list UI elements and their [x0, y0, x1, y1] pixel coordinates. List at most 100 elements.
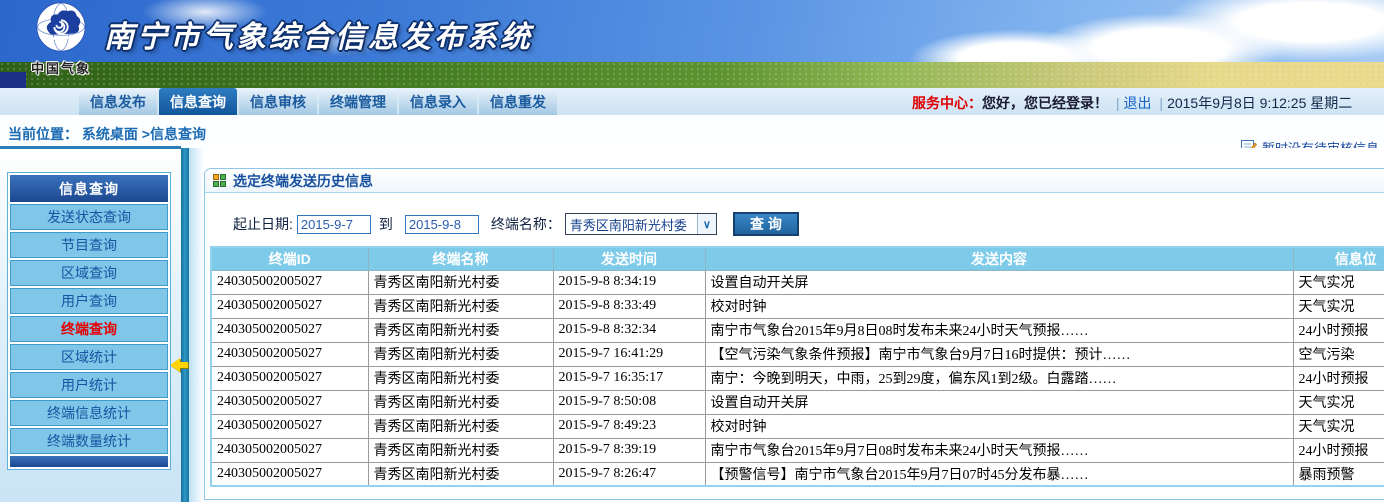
system-title: 南宁市气象综合信息发布系统	[104, 12, 533, 56]
tab-info-entry[interactable]: 信息录入	[399, 88, 477, 115]
sidebar-menu: 信息查询 发送状态查询 节目查询 区域查询 用户查询 终端查询 区域统计 用户统…	[7, 172, 171, 470]
cell-send-content: 设置自动开关屏	[705, 270, 1293, 294]
logout-link[interactable]: 退出	[1124, 95, 1152, 111]
arrow-triangle	[170, 358, 180, 372]
sidebar-item-user-stats[interactable]: 用户统计	[10, 372, 168, 398]
cell-send-content: 南宁市气象台2015年9月8日08时发布未来24小时天气预报……	[705, 318, 1293, 342]
table-row[interactable]: 240305002005027 青秀区南阳新光村委 2015-9-7 8:49:…	[211, 414, 1384, 438]
sidebar-splitter[interactable]	[181, 148, 189, 502]
cell-info-position: 天气实况	[1293, 414, 1384, 438]
login-greeting: 您好，您已经登录！	[982, 95, 1108, 111]
cma-cloud-spiral-icon	[36, 39, 86, 56]
sidebar-item-terminal-query[interactable]: 终端查询	[10, 316, 168, 342]
table-row[interactable]: 240305002005027 青秀区南阳新光村委 2015-9-8 8:32:…	[211, 318, 1384, 342]
cell-send-content: 校对时钟	[705, 414, 1293, 438]
page: { "banner": { "title": "南宁市气象综合信息发布系统", …	[0, 0, 1384, 502]
cell-send-content: 南宁：今晚到明天，中雨，25到29度，偏东风1到2级。白露踏……	[705, 366, 1293, 390]
banner: 中国气象 南宁市气象综合信息发布系统	[0, 0, 1384, 88]
table-row[interactable]: 240305002005027 青秀区南阳新光村委 2015-9-8 8:33:…	[211, 294, 1384, 318]
sidebar-header: 信息查询	[10, 175, 168, 202]
cell-send-time: 2015-9-8 8:33:49	[553, 294, 705, 318]
cell-send-time: 2015-9-8 8:32:34	[553, 318, 705, 342]
query-form: 起止日期: 到 终端名称： 青秀区南阳新光村委 ∨ 查 询	[233, 212, 1384, 236]
banner-corner-block	[0, 72, 26, 88]
terminal-name-label: 终端名称：	[491, 214, 561, 234]
search-button[interactable]: 查 询	[733, 212, 799, 236]
user-bar: 服务中心：您好，您已经登录！ |退出 |2015年9月8日 9:12:25 星期…	[912, 93, 1352, 113]
tab-terminal-manage[interactable]: 终端管理	[319, 88, 397, 115]
breadcrumb-label: 当前位置：	[8, 126, 78, 142]
cell-terminal-id: 240305002005027	[211, 438, 368, 462]
chevron-down-icon[interactable]: ∨	[697, 214, 716, 234]
sidebar-item-region-query[interactable]: 区域查询	[10, 260, 168, 286]
cell-send-time: 2015-9-7 16:35:17	[553, 366, 705, 390]
cell-info-position: 空气污染	[1293, 342, 1384, 366]
sidebar-item-terminal-count-stats[interactable]: 终端数量统计	[10, 428, 168, 454]
table-row[interactable]: 240305002005027 青秀区南阳新光村委 2015-9-7 8:50:…	[211, 390, 1384, 414]
sidebar-item-program-query[interactable]: 节目查询	[10, 232, 168, 258]
cell-terminal-name: 青秀区南阳新光村委	[368, 366, 553, 390]
separator: |	[1116, 95, 1120, 111]
table-body: 240305002005027 青秀区南阳新光村委 2015-9-8 8:34:…	[211, 270, 1384, 486]
service-center-label: 服务中心：	[912, 95, 982, 111]
table-row[interactable]: 240305002005027 青秀区南阳新光村委 2015-9-8 8:34:…	[211, 270, 1384, 294]
terminal-select[interactable]: 青秀区南阳新光村委 ∨	[565, 213, 717, 235]
cell-send-content: 【预警信号】南宁市气象台2015年9月7日07时45分发布暴……	[705, 462, 1293, 486]
cell-info-position: 天气实况	[1293, 390, 1384, 414]
table-row[interactable]: 240305002005027 青秀区南阳新光村委 2015-9-7 8:39:…	[211, 438, 1384, 462]
breadcrumb-strip: 当前位置： 系统桌面 >信息查询	[0, 115, 1384, 148]
sidebar-item-send-status-query[interactable]: 发送状态查询	[10, 204, 168, 230]
tab-info-resend[interactable]: 信息重发	[479, 88, 557, 115]
cell-terminal-name: 青秀区南阳新光村委	[368, 414, 553, 438]
date-range-label: 起止日期:	[233, 214, 293, 234]
cell-send-time: 2015-9-7 8:26:47	[553, 462, 705, 486]
history-table: 终端ID 终端名称 发送时间 发送内容 信息位 240305002005027 …	[210, 246, 1384, 487]
cell-terminal-id: 240305002005027	[211, 342, 368, 366]
table-row[interactable]: 240305002005027 青秀区南阳新光村委 2015-9-7 16:35…	[211, 366, 1384, 390]
to-label: 到	[379, 214, 393, 234]
cell-send-time: 2015-9-7 8:50:08	[553, 390, 705, 414]
main-tabs: 信息发布 信息查询 信息审核 终端管理 信息录入 信息重发	[79, 88, 557, 115]
cell-terminal-id: 240305002005027	[211, 318, 368, 342]
cell-terminal-name: 青秀区南阳新光村委	[368, 270, 553, 294]
cell-send-content: 校对时钟	[705, 294, 1293, 318]
table-header-row: 终端ID 终端名称 发送时间 发送内容 信息位	[211, 247, 1384, 270]
sidebar-collapse-arrow-icon[interactable]	[170, 358, 190, 372]
cell-terminal-name: 青秀区南阳新光村委	[368, 318, 553, 342]
table-row[interactable]: 240305002005027 青秀区南阳新光村委 2015-9-7 8:26:…	[211, 462, 1384, 486]
col-terminal-id: 终端ID	[211, 247, 368, 270]
date-to-input[interactable]	[405, 215, 479, 234]
cell-send-content: 南宁市气象台2015年9月7日08时发布未来24小时天气预报……	[705, 438, 1293, 462]
cell-info-position: 天气实况	[1293, 294, 1384, 318]
separator: |	[1159, 95, 1163, 111]
cell-terminal-id: 240305002005027	[211, 414, 368, 438]
sidebar-item-user-query[interactable]: 用户查询	[10, 288, 168, 314]
logo-label: 中国气象	[26, 58, 96, 77]
col-send-time: 发送时间	[553, 247, 705, 270]
sidebar-footer-bar	[10, 456, 168, 467]
cell-terminal-id: 240305002005027	[211, 366, 368, 390]
breadcrumb: 当前位置： 系统桌面 >信息查询	[8, 124, 206, 144]
sidebar-item-terminal-info-stats[interactable]: 终端信息统计	[10, 400, 168, 426]
sidebar-item-region-stats[interactable]: 区域统计	[10, 344, 168, 370]
cell-terminal-name: 青秀区南阳新光村委	[368, 342, 553, 366]
tab-info-audit[interactable]: 信息审核	[239, 88, 317, 115]
cell-send-time: 2015-9-7 8:49:23	[553, 414, 705, 438]
current-datetime: 2015年9月8日 9:12:25 星期二	[1167, 95, 1352, 111]
banner-grass-field	[0, 62, 1384, 88]
cell-send-content: 【空气污染气象条件预报】南宁市气象台9月7日16时提供：预计……	[705, 342, 1293, 366]
col-send-content: 发送内容	[705, 247, 1293, 270]
breadcrumb-current: 信息查询	[150, 126, 206, 142]
breadcrumb-root-link[interactable]: 系统桌面	[82, 126, 138, 142]
tab-info-publish[interactable]: 信息发布	[79, 88, 157, 115]
table-row[interactable]: 240305002005027 青秀区南阳新光村委 2015-9-7 16:41…	[211, 342, 1384, 366]
cell-terminal-name: 青秀区南阳新光村委	[368, 294, 553, 318]
cell-info-position: 24小时预报	[1293, 366, 1384, 390]
tab-info-query[interactable]: 信息查询	[159, 88, 237, 115]
tab-strip: 信息发布 信息查询 信息审核 终端管理 信息录入 信息重发 服务中心：您好，您已…	[0, 88, 1384, 115]
breadcrumb-separator: >	[142, 126, 150, 142]
date-from-input[interactable]	[297, 215, 371, 234]
cell-terminal-id: 240305002005027	[211, 294, 368, 318]
cell-terminal-id: 240305002005027	[211, 462, 368, 486]
cell-send-time: 2015-9-7 8:39:19	[553, 438, 705, 462]
